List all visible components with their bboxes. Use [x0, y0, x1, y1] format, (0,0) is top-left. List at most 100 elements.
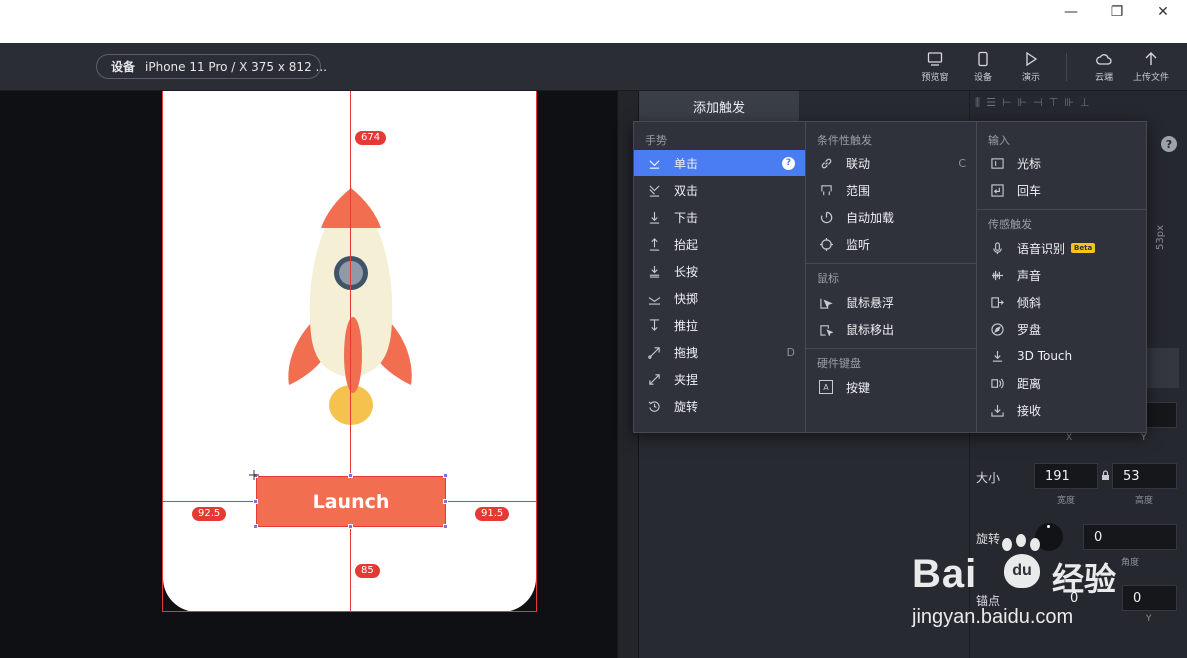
- menu-item-cursor[interactable]: 光标: [977, 150, 1146, 176]
- resize-handle[interactable]: [253, 499, 258, 504]
- menu-item-label: 鼠标移出: [846, 322, 895, 337]
- device-value: iPhone 11 Pro / X 375 x 812 ...: [145, 59, 327, 74]
- device-button[interactable]: 设备: [961, 51, 1005, 87]
- menu-item-receive[interactable]: 接收: [977, 397, 1146, 423]
- menu-item-mouse-out[interactable]: 鼠标移出: [806, 316, 976, 342]
- menu-item-flick[interactable]: 快掷: [634, 285, 805, 311]
- shortcut-key: C: [958, 156, 966, 170]
- sensor-header: 传感触发: [988, 218, 1032, 231]
- resize-handle[interactable]: [443, 524, 448, 529]
- resize-handle[interactable]: [443, 473, 448, 478]
- help-icon[interactable]: ?: [1161, 136, 1177, 152]
- menu-item-label: 推拉: [674, 318, 699, 333]
- menu-item-key[interactable]: A 按键: [806, 374, 976, 400]
- measure-bottom-badge: 85: [355, 564, 380, 578]
- align-center-h-icon[interactable]: ⊩: [1018, 96, 1028, 116]
- menu-item-push-pull[interactable]: 推拉: [634, 312, 805, 338]
- menu-item-drag[interactable]: 拖拽 D: [634, 339, 805, 365]
- lock-icon[interactable]: [1101, 470, 1110, 481]
- maximize-button[interactable]: ❐: [1094, 0, 1140, 24]
- device-selector[interactable]: 设备 iPhone 11 Pro / X 375 x 812 ...: [96, 54, 327, 79]
- menu-item-enter[interactable]: 回车: [977, 177, 1146, 203]
- distribute-h-icon[interactable]: ⫼: [975, 96, 980, 116]
- align-toolbar: ⫼ ☰ ⊢ ⊩ ⊣ ⊤ ⊪ ⊥: [975, 96, 1185, 116]
- trigger-menu: 手势 单击 ? 双击 下击 抬起 长按 快掷 推拉 拖拽 D 夹捏 旋转 条件性…: [633, 121, 1147, 433]
- align-left-icon[interactable]: ⊢: [1002, 96, 1012, 116]
- align-top-icon[interactable]: ⊤: [1049, 96, 1059, 116]
- help-icon[interactable]: ?: [782, 156, 795, 170]
- menu-item-label: 鼠标悬浮: [846, 295, 895, 310]
- preview-window-button[interactable]: 预览窗: [913, 51, 957, 87]
- pinch-icon: [647, 372, 661, 386]
- present-button[interactable]: 演示: [1009, 51, 1053, 87]
- x-caption: X: [1066, 433, 1073, 443]
- resize-handle[interactable]: [253, 524, 258, 529]
- anchor-y-caption: Y: [1146, 614, 1152, 624]
- menu-item-link[interactable]: 联动 C: [806, 150, 976, 176]
- menu-item-3d-touch[interactable]: 3D Touch: [977, 343, 1146, 369]
- rotate-pivot-icon[interactable]: [249, 470, 259, 480]
- menu-item-long-press[interactable]: 长按: [634, 258, 805, 284]
- menu-item-label: 罗盘: [1017, 322, 1042, 337]
- phone-outline-left: [162, 91, 163, 612]
- touch-up-icon: [647, 237, 661, 251]
- resize-handle[interactable]: [443, 499, 448, 504]
- align-right-icon[interactable]: ⊣: [1033, 96, 1043, 116]
- menu-item-voice[interactable]: 语音识别 Beta: [977, 235, 1146, 261]
- menu-item-label: 距离: [1017, 376, 1042, 391]
- upload-icon: [1145, 52, 1157, 65]
- menu-item-touch-up[interactable]: 抬起: [634, 231, 805, 257]
- rotate-input[interactable]: 0: [1083, 524, 1177, 550]
- cloud-button[interactable]: 云端: [1082, 51, 1126, 87]
- top-toolbar: 设备 iPhone 11 Pro / X 375 x 812 ... 预览窗 设…: [0, 43, 1187, 91]
- flick-icon: [647, 291, 661, 305]
- upload-button[interactable]: 上传文件: [1129, 51, 1173, 87]
- menu-item-sound[interactable]: 声音: [977, 262, 1146, 288]
- width-input[interactable]: 191: [1034, 463, 1098, 489]
- ruler-vertical: [350, 91, 351, 612]
- tab-add-trigger[interactable]: 添加触发: [639, 91, 799, 121]
- menu-item-label: 监听: [846, 237, 871, 252]
- menu-item-tap[interactable]: 单击 ?: [634, 150, 805, 176]
- launch-button[interactable]: Launch: [256, 476, 446, 527]
- listen-icon: [819, 237, 833, 251]
- measure-right-badge: 91.5: [475, 507, 510, 521]
- menu-item-label: 夹捏: [674, 372, 699, 387]
- autoload-icon: [819, 210, 833, 224]
- touch-down-icon: [647, 210, 661, 224]
- menu-item-touch-down[interactable]: 下击: [634, 204, 805, 230]
- double-tap-icon: [647, 183, 661, 197]
- anchor-x-input[interactable]: 0: [1040, 585, 1114, 611]
- play-icon: [1026, 51, 1038, 67]
- present-label: 演示: [1021, 73, 1040, 83]
- width-caption: 宽度: [1057, 496, 1076, 506]
- menu-item-label: 声音: [1017, 268, 1042, 283]
- resize-handle[interactable]: [348, 473, 353, 478]
- height-input[interactable]: 53: [1112, 463, 1177, 489]
- menu-item-pinch[interactable]: 夹捏: [634, 366, 805, 392]
- menu-item-autoload[interactable]: 自动加载: [806, 204, 976, 230]
- push-pull-icon: [647, 318, 661, 332]
- align-middle-icon[interactable]: ⊪: [1064, 96, 1074, 116]
- drag-icon: [647, 345, 661, 359]
- minimize-button[interactable]: —: [1048, 0, 1094, 24]
- menu-item-listen[interactable]: 监听: [806, 231, 976, 257]
- upload-label: 上传文件: [1132, 73, 1169, 83]
- close-button[interactable]: ✕: [1140, 0, 1186, 24]
- resize-handle[interactable]: [348, 524, 353, 529]
- menu-item-rotate[interactable]: 旋转: [634, 393, 805, 419]
- menu-item-tilt[interactable]: 倾斜: [977, 289, 1146, 315]
- menu-item-range[interactable]: 范围: [806, 177, 976, 203]
- rotate-icon: [647, 399, 661, 413]
- menu-item-label: 光标: [1017, 156, 1042, 171]
- menu-item-compass[interactable]: 罗盘: [977, 316, 1146, 342]
- menu-item-distance[interactable]: 距离: [977, 370, 1146, 396]
- anchor-y-input[interactable]: 0: [1122, 585, 1177, 611]
- menu-item-mouse-hover[interactable]: 鼠标悬浮: [806, 289, 976, 315]
- align-bottom-icon[interactable]: ⊥: [1080, 96, 1090, 116]
- monitor-icon: [927, 52, 943, 66]
- phone-outline-bottom: [162, 611, 537, 612]
- menu-item-double-tap[interactable]: 双击: [634, 177, 805, 203]
- rotate-label: 旋转: [976, 532, 1001, 546]
- distribute-v-icon[interactable]: ☰: [986, 96, 996, 116]
